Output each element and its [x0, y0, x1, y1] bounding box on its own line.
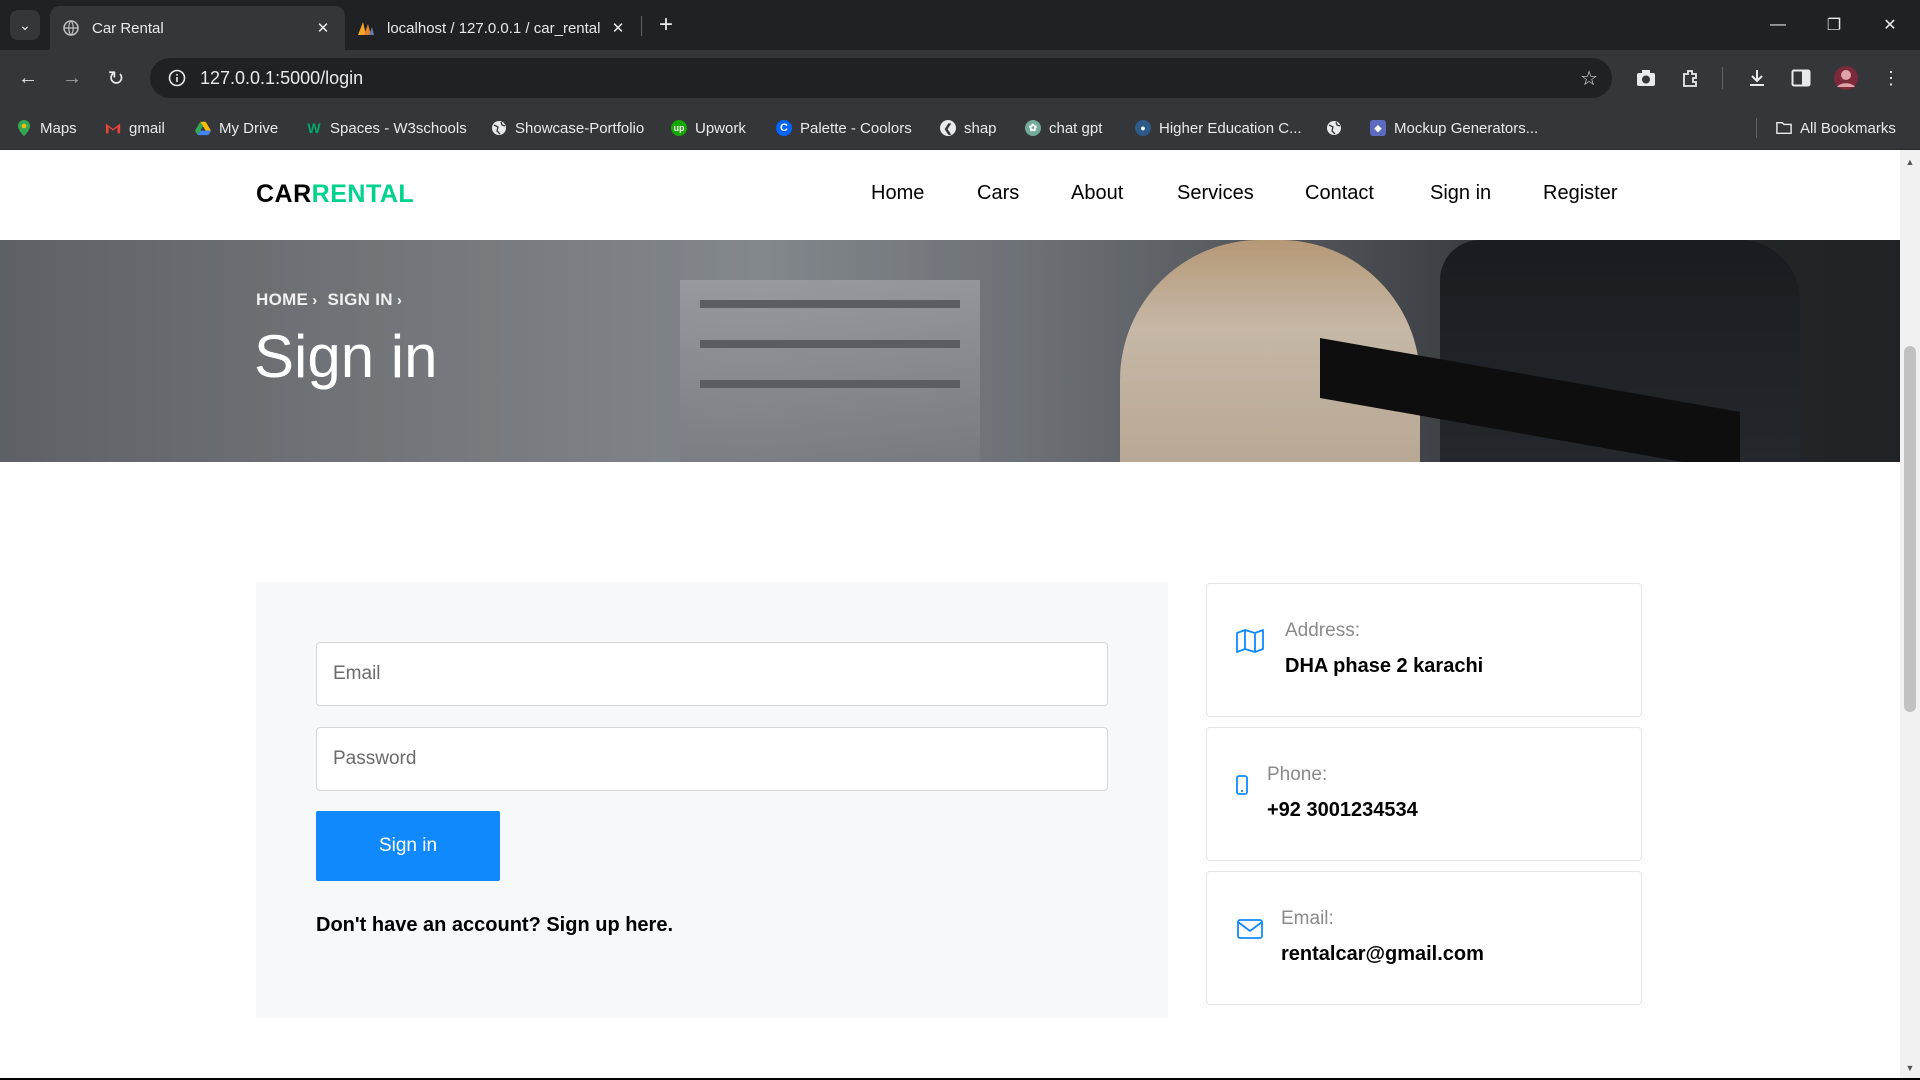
email-input[interactable]	[316, 642, 1108, 706]
tab-divider	[641, 16, 642, 36]
contact-label: Phone:	[1267, 764, 1328, 785]
site-logo[interactable]: CARRENTAL	[256, 180, 414, 209]
site-navbar: CARRENTAL Home Cars About Services Conta…	[0, 150, 1900, 240]
tab-title: Car Rental	[92, 19, 164, 37]
signup-link[interactable]: Don't have an account? Sign up here.	[316, 914, 673, 937]
bookmark-mockup-generators[interactable]: ◆ Mockup Generators...	[1370, 116, 1538, 140]
email-card: Email: rentalcar@gmail.com	[1206, 871, 1642, 1005]
nav-about[interactable]: About	[1071, 182, 1123, 205]
bookmark-chat-gpt[interactable]: ✿ chat gpt	[1025, 116, 1102, 140]
address-card: Address: DHA phase 2 karachi	[1206, 583, 1642, 717]
upwork-icon: up	[671, 120, 687, 136]
side-panel-icon[interactable]	[1787, 64, 1815, 92]
sign-in-button[interactable]: Sign in	[316, 811, 500, 881]
phone-icon	[1227, 770, 1257, 800]
url-text: 127.0.0.1:5000/login	[200, 67, 364, 88]
education-icon: ●	[1135, 120, 1151, 136]
login-form: Sign in Don't have an account? Sign up h…	[256, 582, 1168, 1018]
chevron-right-icon: ›	[396, 291, 403, 309]
bookmark-maps[interactable]: Maps	[16, 116, 77, 140]
contact-value: +92 3001234534	[1267, 799, 1418, 821]
bookmarks-divider	[1756, 118, 1757, 138]
contact-value: DHA phase 2 karachi	[1285, 655, 1484, 677]
site-info-icon[interactable]	[160, 69, 194, 87]
breadcrumb: HOME › SIGN IN ›	[256, 290, 412, 310]
bookmark-globe[interactable]	[1326, 116, 1350, 140]
breadcrumb-home[interactable]: HOME	[256, 290, 308, 310]
tab-search-button[interactable]: ⌄	[10, 10, 40, 40]
bookmark-gmail[interactable]: gmail	[105, 116, 165, 140]
scrollbar-thumb[interactable]	[1904, 346, 1916, 712]
camera-icon[interactable]	[1632, 64, 1660, 92]
back-arrow-icon[interactable]: ←	[12, 62, 44, 94]
new-tab-button[interactable]: +	[652, 12, 680, 40]
profile-avatar[interactable]	[1832, 64, 1860, 92]
bookmark-higher-education[interactable]: ● Higher Education C...	[1135, 116, 1302, 140]
contact-label: Email:	[1281, 908, 1334, 929]
phone-card: Phone: +92 3001234534	[1206, 727, 1642, 861]
download-icon[interactable]	[1743, 64, 1771, 92]
nav-sign-in[interactable]: Sign in	[1430, 182, 1491, 205]
breadcrumb-sign-in: SIGN IN	[327, 290, 393, 309]
contact-label: Address:	[1285, 620, 1360, 641]
browser-tab-bar: ⌄ Car Rental ✕ localhost / 127.0.0.1 / c…	[0, 0, 1920, 50]
bookmark-upwork[interactable]: up Upwork	[671, 116, 746, 140]
contact-value: rentalcar@gmail.com	[1281, 943, 1484, 965]
forward-arrow-icon[interactable]: →	[56, 62, 88, 94]
bookmark-coolors[interactable]: C Palette - Coolors	[776, 116, 912, 140]
password-input[interactable]	[316, 727, 1108, 791]
bookmark-shap[interactable]: ❮ shap	[940, 116, 997, 140]
globe-icon	[491, 120, 507, 136]
chatgpt-icon: ✿	[1025, 120, 1041, 136]
close-icon[interactable]: ✕	[313, 19, 333, 37]
reload-icon[interactable]: ↻	[100, 62, 132, 94]
bookmark-w3schools[interactable]: W Spaces - W3schools	[306, 116, 466, 140]
bookmark-star-icon[interactable]: ☆	[1580, 66, 1598, 91]
more-menu-icon[interactable]: ⋮	[1877, 64, 1905, 92]
tab-car-rental[interactable]: Car Rental ✕	[50, 6, 345, 50]
map-icon	[1235, 626, 1265, 656]
gmail-icon	[105, 120, 121, 136]
mockup-icon: ◆	[1370, 120, 1386, 136]
address-bar[interactable]: 127.0.0.1:5000/login ☆	[150, 58, 1612, 98]
bookmark-my-drive[interactable]: My Drive	[195, 116, 278, 140]
nav-home[interactable]: Home	[871, 182, 924, 205]
bookmarks-bar: Maps gmail My Drive W Spaces - W3schools…	[0, 106, 1920, 150]
folder-icon	[1776, 120, 1792, 136]
chevron-right-icon: ›	[312, 291, 318, 309]
hero-banner: HOME › SIGN IN › Sign in	[0, 240, 1900, 462]
browser-toolbar: ← → ↻ 127.0.0.1:5000/login ☆ ⋮	[0, 50, 1920, 106]
extensions-icon[interactable]	[1677, 64, 1705, 92]
mail-icon	[1235, 914, 1265, 944]
globe-icon	[62, 19, 80, 37]
scroll-up-icon[interactable]: ▲	[1900, 154, 1920, 170]
nav-services[interactable]: Services	[1177, 182, 1254, 205]
toolbar-divider	[1722, 67, 1723, 89]
coolors-icon: C	[776, 120, 792, 136]
maps-icon	[16, 120, 32, 136]
phpmyadmin-icon	[357, 19, 375, 37]
shap-icon: ❮	[940, 120, 956, 136]
page-scrollbar[interactable]: ▲ ▼	[1900, 150, 1920, 1080]
tab-phpmyadmin[interactable]: localhost / 127.0.0.1 / car_rental ✕	[345, 6, 640, 50]
w3schools-icon: W	[307, 120, 321, 136]
drive-icon	[195, 120, 211, 136]
nav-register[interactable]: Register	[1543, 182, 1617, 205]
chevron-down-icon: ⌄	[19, 16, 31, 33]
globe-icon	[1326, 120, 1342, 136]
restore-button[interactable]: ❐	[1806, 0, 1862, 50]
nav-cars[interactable]: Cars	[977, 182, 1019, 205]
minimize-button[interactable]: —	[1750, 0, 1806, 50]
scroll-down-icon[interactable]: ▼	[1900, 1060, 1920, 1076]
all-bookmarks-button[interactable]: All Bookmarks	[1776, 116, 1896, 140]
tab-title: localhost / 127.0.0.1 / car_rental	[387, 19, 601, 37]
close-window-button[interactable]: ✕	[1862, 0, 1918, 50]
bookmark-showcase-portfolio[interactable]: Showcase-Portfolio	[491, 116, 644, 140]
page-title: Sign in	[254, 323, 438, 390]
nav-contact[interactable]: Contact	[1305, 182, 1374, 205]
page-viewport: CARRENTAL Home Cars About Services Conta…	[0, 150, 1900, 1080]
close-icon[interactable]: ✕	[608, 19, 628, 37]
